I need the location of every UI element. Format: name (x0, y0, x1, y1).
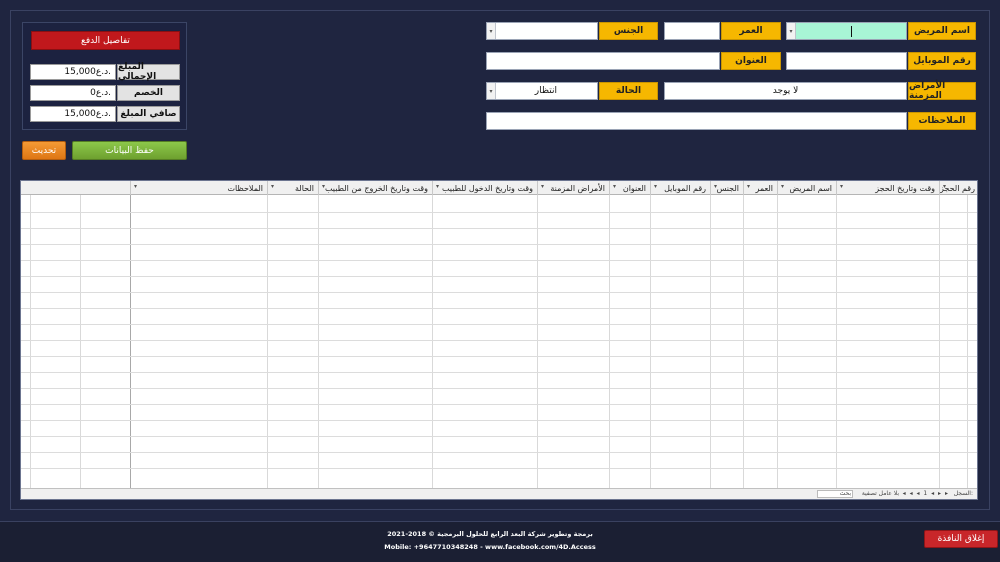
table-row (21, 260, 977, 261)
address-input[interactable] (486, 52, 720, 70)
chronic-diseases-label: الأمراض المزمنة (908, 81, 976, 101)
grid-col-divider (267, 195, 268, 488)
net-amount-label: صافي المبلغ (117, 106, 180, 122)
discount-label: الخصم (117, 85, 180, 101)
record-label: السجل: (953, 490, 973, 497)
footer-copyright: برمجة وتطوير شركة البعد الرابع للحلول ال… (387, 530, 593, 538)
col-booking-datetime[interactable]: ▾ وقت وتاريخ الحجز (836, 181, 939, 195)
grid-col-divider (939, 195, 940, 488)
table-row (21, 468, 977, 469)
age-input[interactable] (664, 22, 720, 40)
grid-search-label: بحث (839, 490, 851, 497)
chevron-down-icon[interactable]: ▾ (487, 83, 496, 99)
status-value: انتظار (534, 86, 557, 96)
patient-name-input[interactable]: ▾ (786, 22, 907, 40)
table-row (21, 372, 977, 373)
col-exit-datetime[interactable]: ▾ وقت وتاريخ الخروج من الطبيب (318, 181, 432, 195)
table-row (21, 404, 977, 405)
col-chronic-diseases[interactable]: ▾ الأمراض المزمنة (537, 181, 609, 195)
grid-col-divider (967, 195, 968, 488)
grid-col-divider (537, 195, 538, 488)
table-row (21, 388, 977, 389)
grid-col-divider (80, 195, 81, 488)
table-row (21, 244, 977, 245)
col-status[interactable]: ▾ الحالة (267, 181, 318, 195)
table-row (21, 212, 977, 213)
chronic-diseases-value: لا يوجد (772, 86, 799, 96)
net-amount-value: 15,000د.ع. (30, 106, 116, 122)
table-row (21, 436, 977, 437)
table-row (21, 452, 977, 453)
gender-label: الجنس (599, 22, 658, 40)
col-address[interactable]: ▾ العنوان (609, 181, 650, 195)
table-row (21, 276, 977, 277)
table-row (21, 356, 977, 357)
total-amount-value: 15,000د.ع. (30, 64, 116, 80)
record-navigator[interactable]: ◂ ◂ ◂ 1 ◂ ▸ ▸ (903, 490, 949, 497)
refresh-button[interactable]: تحديث (22, 141, 66, 160)
col-age[interactable]: ▾ العمر (743, 181, 777, 195)
chevron-down-icon[interactable]: ▾ (787, 23, 796, 39)
table-row (21, 340, 977, 341)
mobile-input[interactable] (786, 52, 907, 70)
col-booking-no[interactable]: ▾ رقم الحجز (939, 181, 979, 195)
grid-col-divider (609, 195, 610, 488)
total-amount-label: المبلغ الإجمالي (117, 62, 180, 82)
grid-header: ▾ رقم الحجز ▾ وقت وتاريخ الحجز ▾ اسم المريض… (21, 181, 977, 195)
discount-input[interactable]: 0د.ع. (30, 85, 116, 101)
col-entry-datetime[interactable]: ▾ وقت وتاريخ الدخول للطبيب (432, 181, 537, 195)
grid-col-divider (710, 195, 711, 488)
col-patient-name[interactable]: ▾ اسم المريض (777, 181, 836, 195)
notes-label: الملاحظات (908, 112, 976, 130)
table-row (21, 420, 977, 421)
col-mobile[interactable]: ▾ رقم الموبايل (650, 181, 710, 195)
save-button[interactable]: حفظ البيانات (72, 141, 187, 160)
address-label: العنوان (721, 52, 781, 70)
patient-name-label: اسم المريض (908, 22, 976, 40)
grid-col-divider (432, 195, 433, 488)
chronic-diseases-input[interactable]: لا يوجد (664, 82, 907, 100)
grid-col-divider (130, 195, 131, 488)
gender-select[interactable]: ▾ (486, 22, 598, 40)
grid-status-bar: السجل: ◂ ◂ ◂ 1 ◂ ▸ ▸ بلا عامل تصفية بحث (21, 488, 977, 499)
status-label: الحالة (599, 82, 658, 100)
grid-col-divider (318, 195, 319, 488)
notes-input[interactable] (486, 112, 907, 130)
table-row (21, 228, 977, 229)
text-cursor (851, 26, 852, 37)
age-label: العمر (721, 22, 781, 40)
col-notes[interactable]: ▾ الملاحظات (130, 181, 267, 195)
table-row (21, 324, 977, 325)
table-row (21, 292, 977, 293)
footer-contact: Mobile: +9647710348248 - www.facebook.co… (384, 543, 596, 551)
grid-col-divider (836, 195, 837, 488)
grid-col-divider (777, 195, 778, 488)
grid-col-divider (30, 195, 31, 488)
grid-col-divider (650, 195, 651, 488)
grid-col-divider (743, 195, 744, 488)
col-gender[interactable]: ▾ الجنس (710, 181, 743, 195)
table-row (21, 308, 977, 309)
filter-status[interactable]: بلا عامل تصفية (862, 490, 899, 497)
close-window-button[interactable]: إغلاق النافذة (924, 530, 998, 548)
payment-title: تفاصيل الدفع (31, 31, 180, 50)
footer: برمجة وتطوير شركة البعد الرابع للحلول ال… (0, 521, 1000, 562)
mobile-label: رقم الموبايل (908, 52, 976, 70)
status-select[interactable]: ▾ انتظار (486, 82, 598, 100)
chevron-down-icon[interactable]: ▾ (487, 23, 496, 39)
bookings-grid[interactable]: ▾ رقم الحجز ▾ وقت وتاريخ الحجز ▾ اسم المريض… (20, 180, 978, 500)
